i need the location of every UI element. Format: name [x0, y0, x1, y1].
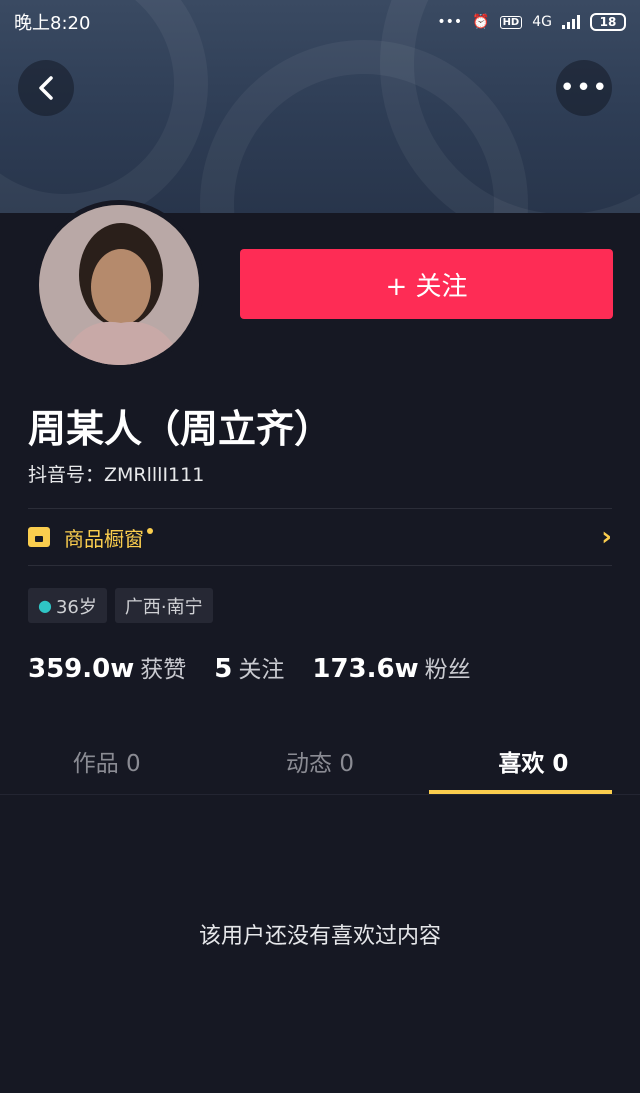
- divider: [28, 565, 612, 566]
- age-label: 36岁: [55, 596, 97, 618]
- shop-icon: [28, 527, 50, 547]
- hd-badge: HD: [499, 15, 523, 29]
- new-dot-icon: [147, 528, 153, 534]
- douyin-id: 抖音号：ZMRlllI111: [28, 464, 205, 486]
- network-label: 4G: [532, 14, 552, 30]
- follow-button[interactable]: + 关注: [240, 249, 613, 319]
- following-stat[interactable]: 5 关注: [214, 650, 284, 684]
- back-button[interactable]: [18, 60, 74, 116]
- tab-updates[interactable]: 动态 0: [213, 728, 426, 794]
- profile-stats: 359.0w 获赞 5 关注 173.6w 粉丝: [28, 650, 471, 684]
- avatar-image: [39, 205, 199, 365]
- followers-stat[interactable]: 173.6w 粉丝: [312, 650, 470, 684]
- following-label: 关注: [238, 657, 285, 683]
- more-options-button[interactable]: •••: [556, 60, 612, 116]
- likes-stat[interactable]: 359.0w 获赞: [28, 650, 186, 684]
- battery-indicator: 18: [590, 13, 626, 31]
- likes-label: 获赞: [140, 657, 187, 683]
- tab-likes[interactable]: 喜欢 0: [427, 728, 640, 794]
- profile-tabs: 作品 0 动态 0 喜欢 0: [0, 728, 640, 794]
- tab-works[interactable]: 作品 0: [0, 728, 213, 794]
- shop-label: 商品橱窗: [64, 526, 144, 551]
- profile-name: 周某人（周立齐）: [28, 407, 333, 451]
- followers-label: 粉丝: [424, 657, 471, 683]
- signal-icon: [562, 15, 580, 29]
- person-icon: ●: [38, 596, 52, 615]
- following-count: 5: [214, 654, 233, 684]
- back-arrow-icon: [39, 76, 53, 100]
- shop-window-row[interactable]: 商品橱窗 ›: [28, 509, 612, 565]
- location-label: 广西·南宁: [124, 596, 203, 618]
- likes-count: 359.0w: [28, 654, 135, 684]
- more-dots-icon: •••: [437, 14, 463, 30]
- profile-tags: ● 36岁 广西·南宁: [28, 588, 213, 623]
- status-time: 晚上8:20: [14, 13, 91, 34]
- followers-count: 173.6w: [312, 654, 419, 684]
- tabs-divider: [0, 794, 640, 795]
- avatar[interactable]: [34, 200, 204, 370]
- age-tag: ● 36岁: [28, 588, 107, 623]
- alarm-icon: ⏰: [472, 14, 490, 30]
- status-bar: 晚上8:20 ••• ⏰ HD 4G 18: [0, 0, 640, 44]
- location-tag: 广西·南宁: [114, 588, 213, 623]
- empty-state-message: 该用户还没有喜欢过内容: [198, 924, 441, 949]
- chevron-right-icon: ›: [601, 522, 612, 552]
- more-icon: •••: [559, 73, 609, 103]
